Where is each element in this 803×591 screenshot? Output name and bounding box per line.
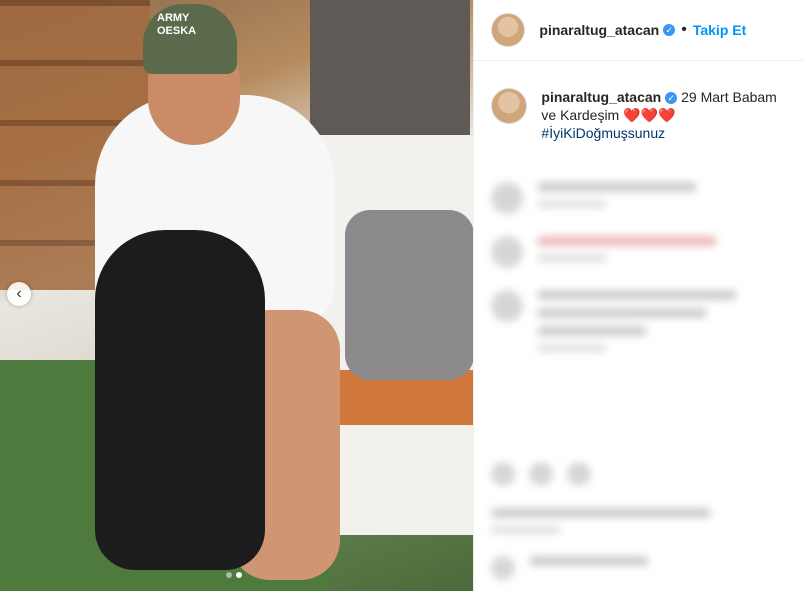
header-username[interactable]: pinaraltug_atacan — [539, 22, 659, 38]
share-icon — [567, 462, 592, 486]
blurred-action-bar — [474, 440, 803, 580]
verified-badge-icon: ✓ — [665, 92, 678, 104]
caption-hashtag[interactable]: #İyiKiDoğmuşsunuz — [541, 125, 665, 141]
like-icon — [491, 462, 516, 486]
likes-row — [474, 508, 803, 534]
heart-emoji-icon: ❤️❤️❤️ — [623, 107, 676, 123]
instagram-post: ARMY OESKA ‹ pinaraltug_atacan ✓ • Takip… — [0, 0, 803, 591]
follow-button[interactable]: Takip Et — [693, 22, 746, 38]
post-header: pinaraltug_atacan ✓ • Takip Et — [474, 0, 803, 61]
comment-avatar — [491, 290, 524, 322]
comment-row — [474, 236, 803, 268]
comment-row — [474, 290, 803, 352]
comment-avatar — [491, 182, 524, 214]
verified-badge-icon: ✓ — [663, 24, 676, 36]
post-photo[interactable]: ARMY OESKA ‹ — [0, 0, 474, 591]
caption-username[interactable]: pinaraltug_atacan — [541, 89, 661, 105]
carousel-dots — [226, 572, 242, 578]
carousel-dot-active — [236, 572, 242, 578]
caption-body: pinaraltug_atacan ✓ 29 Mart Babam ve Kard… — [541, 88, 781, 142]
comment-icon — [529, 462, 554, 486]
carousel-dot — [226, 572, 232, 578]
photo-dog — [95, 230, 265, 570]
emoji-icon — [491, 556, 516, 580]
comment-row — [474, 182, 803, 214]
carousel-prev-button[interactable]: ‹ — [7, 282, 31, 306]
action-row — [474, 462, 803, 486]
comment-input-row — [474, 556, 803, 580]
header-separator: • — [681, 21, 687, 38]
photo-sail — [310, 0, 470, 140]
blurred-comments — [474, 182, 803, 352]
post-sidebar: pinaraltug_atacan ✓ • Takip Et pinaraltu… — [473, 0, 803, 591]
photo-cap-text: ARMY OESKA — [157, 12, 197, 37]
post-caption: pinaraltug_atacan ✓ 29 Mart Babam ve Kard… — [474, 61, 803, 142]
caption-avatar[interactable] — [491, 88, 528, 124]
photo-bag — [345, 210, 474, 380]
chevron-left-icon: ‹ — [16, 285, 22, 302]
comment-avatar — [491, 236, 524, 268]
avatar[interactable] — [491, 13, 526, 47]
